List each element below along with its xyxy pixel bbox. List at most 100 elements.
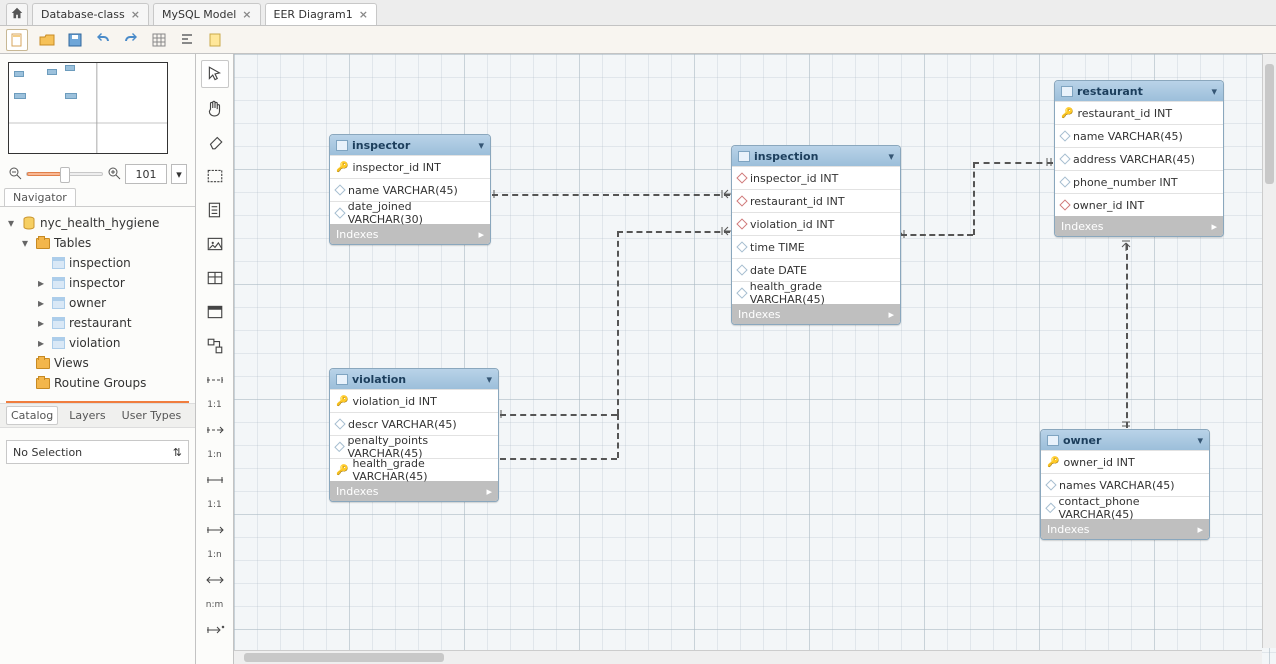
entity-indexes[interactable]: Indexes▸ bbox=[330, 224, 490, 244]
entity-column[interactable]: names VARCHAR(45) bbox=[1041, 473, 1209, 496]
entity-header[interactable]: owner▾ bbox=[1041, 430, 1209, 450]
table-icon bbox=[738, 151, 750, 162]
tree-table-inspection[interactable]: inspection bbox=[4, 253, 191, 273]
layers-tab[interactable]: Layers bbox=[64, 406, 110, 425]
entity-indexes[interactable]: Indexes▸ bbox=[1041, 519, 1209, 539]
routine-tool[interactable] bbox=[201, 332, 229, 360]
pointer-tool[interactable] bbox=[201, 60, 229, 88]
user-types-tab[interactable]: User Types bbox=[117, 406, 187, 425]
navigator-preview[interactable] bbox=[8, 62, 168, 154]
entity-inspector[interactable]: inspector▾🔑inspector_id INT name VARCHAR(… bbox=[329, 134, 491, 245]
align-icon[interactable] bbox=[178, 31, 196, 49]
grid-icon[interactable] bbox=[150, 31, 168, 49]
tree-table-owner[interactable]: ▸ owner bbox=[4, 293, 191, 313]
entity-column[interactable]: address VARCHAR(45) bbox=[1055, 147, 1223, 170]
entity-restaurant[interactable]: restaurant▾🔑restaurant_id INT name VARCHA… bbox=[1054, 80, 1224, 237]
tree-db[interactable]: ▾ nyc_health_hygiene bbox=[4, 213, 191, 233]
vertical-scrollbar[interactable] bbox=[1262, 54, 1276, 648]
file-toolbar bbox=[0, 26, 1276, 54]
note-tool[interactable] bbox=[201, 196, 229, 224]
tab-mysql-model[interactable]: MySQL Model × bbox=[153, 3, 261, 25]
entity-indexes[interactable]: Indexes▸ bbox=[330, 481, 498, 501]
entity-column[interactable]: time TIME bbox=[732, 235, 900, 258]
tab-eer-diagram[interactable]: EER Diagram1 × bbox=[265, 3, 378, 25]
entity-column[interactable]: name VARCHAR(45) bbox=[330, 178, 490, 201]
entity-column[interactable]: 🔑restaurant_id INT bbox=[1055, 101, 1223, 124]
entity-column[interactable]: 🔑violation_id INT bbox=[330, 389, 498, 412]
entity-column[interactable]: name VARCHAR(45) bbox=[1055, 124, 1223, 147]
eraser-tool[interactable] bbox=[201, 128, 229, 156]
tree-table-violation[interactable]: ▸ violation bbox=[4, 333, 191, 353]
tree-table-restaurant[interactable]: ▸ restaurant bbox=[4, 313, 191, 333]
entity-column[interactable]: health_grade VARCHAR(45) bbox=[732, 281, 900, 304]
tree-routines[interactable]: Routine Groups bbox=[4, 373, 191, 393]
table-tool[interactable] bbox=[201, 264, 229, 292]
rel-existing-tool[interactable] bbox=[201, 616, 229, 644]
rel-1-n-id-tool[interactable] bbox=[201, 516, 229, 544]
column-text: inspector_id INT bbox=[352, 161, 440, 174]
selection-dropdown[interactable]: No Selection ⇅ bbox=[6, 440, 189, 464]
catalog-tab[interactable]: Catalog bbox=[6, 406, 58, 425]
zoom-slider[interactable] bbox=[26, 172, 103, 176]
entity-column[interactable]: penalty_points VARCHAR(45) bbox=[330, 435, 498, 458]
close-icon[interactable]: × bbox=[359, 8, 368, 21]
new-file-icon[interactable] bbox=[6, 29, 28, 51]
entity-column[interactable]: 🔑health_grade VARCHAR(45) bbox=[330, 458, 498, 481]
column-text: name VARCHAR(45) bbox=[1073, 130, 1183, 143]
rel-1-1-id-tool[interactable] bbox=[201, 466, 229, 494]
home-tab[interactable] bbox=[6, 3, 28, 25]
diagram-canvas[interactable]: inspector▾🔑inspector_id INT name VARCHAR(… bbox=[234, 54, 1276, 664]
entity-header[interactable]: inspector▾ bbox=[330, 135, 490, 155]
tree-tables-folder[interactable]: ▾ Tables bbox=[4, 233, 191, 253]
image-tool[interactable] bbox=[201, 230, 229, 258]
horizontal-scrollbar[interactable] bbox=[234, 650, 1262, 664]
entity-header[interactable]: inspection▾ bbox=[732, 146, 900, 166]
entity-column[interactable]: phone_number INT bbox=[1055, 170, 1223, 193]
entity-column[interactable]: date DATE bbox=[732, 258, 900, 281]
tree-views[interactable]: Views bbox=[4, 353, 191, 373]
entity-column[interactable]: 🔑owner_id INT bbox=[1041, 450, 1209, 473]
undo-icon[interactable] bbox=[94, 31, 112, 49]
chevron-down-icon: ▾ bbox=[22, 236, 32, 250]
zoom-value[interactable]: 101 bbox=[125, 164, 167, 184]
rel-1-n-nonid-tool[interactable] bbox=[201, 416, 229, 444]
entity-owner[interactable]: owner▾🔑owner_id INTnames VARCHAR(45)cont… bbox=[1040, 429, 1210, 540]
column-text: name VARCHAR(45) bbox=[348, 184, 458, 197]
folder-label: Tables bbox=[54, 236, 91, 250]
save-icon[interactable] bbox=[66, 31, 84, 49]
table-icon bbox=[52, 317, 65, 329]
entity-indexes[interactable]: Indexes▸ bbox=[732, 304, 900, 324]
zoom-dropdown[interactable]: ▾ bbox=[171, 164, 187, 184]
rel-1-1-nonid-tool[interactable] bbox=[201, 366, 229, 394]
navigator-tab[interactable]: Navigator bbox=[4, 188, 76, 206]
entity-column[interactable]: 🔑inspector_id INT bbox=[330, 155, 490, 178]
close-icon[interactable]: × bbox=[131, 8, 140, 21]
zoom-in-icon[interactable] bbox=[107, 166, 121, 183]
zoom-out-icon[interactable] bbox=[8, 166, 22, 183]
tree-table-inspector[interactable]: ▸ inspector bbox=[4, 273, 191, 293]
entity-column[interactable]: inspector_id INT bbox=[732, 166, 900, 189]
notes-icon[interactable] bbox=[206, 31, 224, 49]
entity-column[interactable]: restaurant_id INT bbox=[732, 189, 900, 212]
rel-n-m-tool[interactable] bbox=[201, 566, 229, 594]
layer-tool[interactable] bbox=[201, 162, 229, 190]
close-icon[interactable]: × bbox=[242, 8, 251, 21]
view-tool[interactable] bbox=[201, 298, 229, 326]
entity-inspection[interactable]: inspection▾inspector_id INTrestaurant_id… bbox=[731, 145, 901, 325]
entity-header[interactable]: violation▾ bbox=[330, 369, 498, 389]
diamond-icon bbox=[1045, 479, 1056, 490]
column-text: descr VARCHAR(45) bbox=[348, 418, 457, 431]
chevron-right-icon: ▸ bbox=[1211, 220, 1217, 233]
entity-column[interactable]: date_joined VARCHAR(30) bbox=[330, 201, 490, 224]
entity-indexes[interactable]: Indexes▸ bbox=[1055, 216, 1223, 236]
hand-tool[interactable] bbox=[201, 94, 229, 122]
tab-database-class[interactable]: Database-class × bbox=[32, 3, 149, 25]
entity-column[interactable]: contact_phone VARCHAR(45) bbox=[1041, 496, 1209, 519]
entity-column[interactable]: violation_id INT bbox=[732, 212, 900, 235]
entity-column[interactable]: descr VARCHAR(45) bbox=[330, 412, 498, 435]
entity-column[interactable]: owner_id INT bbox=[1055, 193, 1223, 216]
entity-violation[interactable]: violation▾🔑violation_id INT descr VARCHAR… bbox=[329, 368, 499, 502]
open-file-icon[interactable] bbox=[38, 31, 56, 49]
entity-header[interactable]: restaurant▾ bbox=[1055, 81, 1223, 101]
redo-icon[interactable] bbox=[122, 31, 140, 49]
